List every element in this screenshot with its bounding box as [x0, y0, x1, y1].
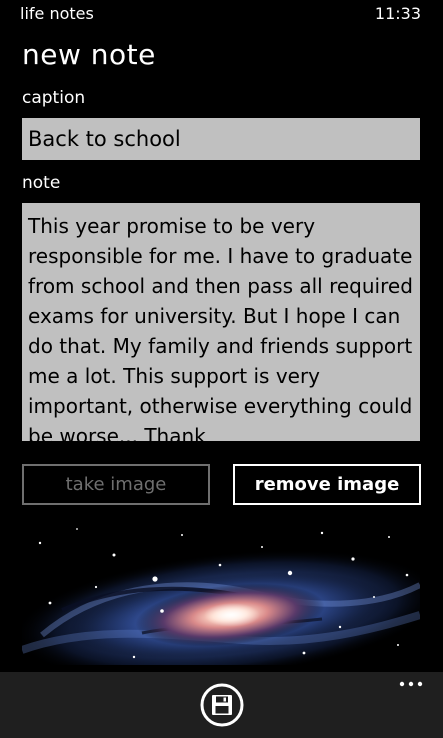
caption-label: caption	[22, 88, 86, 108]
page-title: new note	[22, 38, 156, 71]
attached-image	[22, 515, 420, 665]
note-label: note	[22, 173, 61, 193]
note-textarea[interactable]: This year promise to be very responsible…	[22, 203, 420, 441]
galaxy-image	[22, 515, 420, 665]
save-icon[interactable]	[199, 682, 245, 728]
take-image-button[interactable]: take image	[22, 464, 210, 505]
caption-input[interactable]	[22, 118, 420, 160]
clock: 11:33	[374, 4, 421, 23]
ellipsis-icon[interactable]	[397, 676, 425, 692]
app-name: life notes	[20, 4, 94, 23]
app-bar	[0, 672, 443, 738]
status-bar: life notes 11:33	[0, 0, 443, 28]
remove-image-button[interactable]: remove image	[233, 464, 421, 505]
